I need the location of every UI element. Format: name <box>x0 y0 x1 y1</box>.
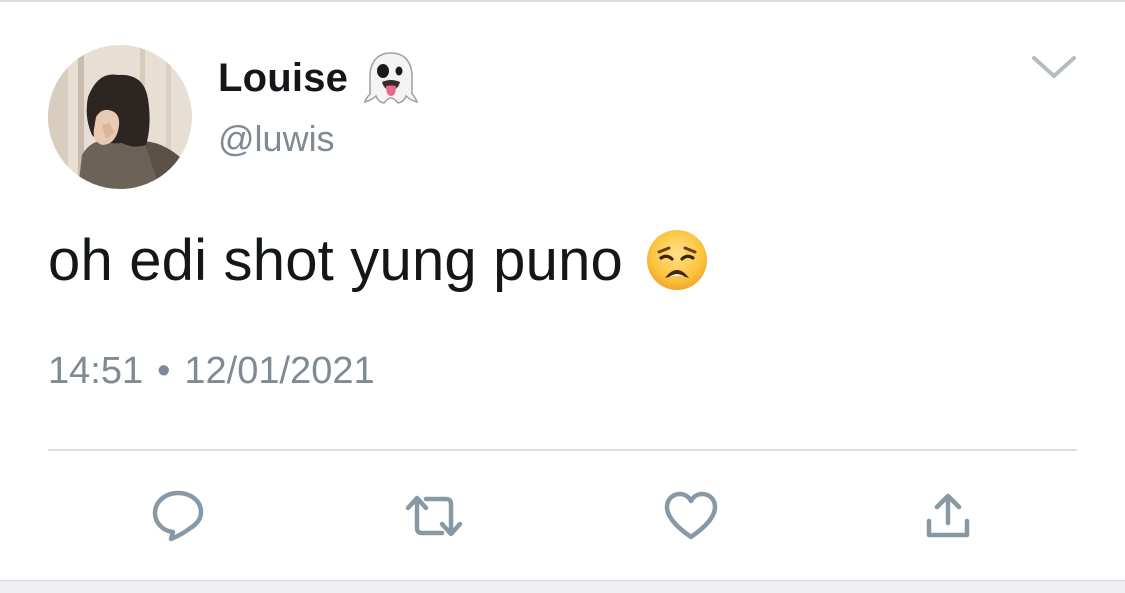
display-name-row: Louise <box>218 52 420 104</box>
tweet-card: Louise @luwis oh edi shot yung puno 14:5… <box>0 0 1125 593</box>
timestamp-separator: • <box>157 350 171 392</box>
tweet-time: 14:51 <box>48 350 144 392</box>
like-icon <box>664 491 718 540</box>
reply-icon <box>152 490 204 542</box>
ghost-icon <box>362 50 420 106</box>
more-options-button[interactable] <box>1024 42 1084 92</box>
tweet-body: oh edi shot yung puno <box>48 222 709 298</box>
weary-face-icon <box>645 228 709 292</box>
handle[interactable]: @luwis <box>218 118 420 160</box>
share-icon <box>926 493 970 538</box>
actions-divider <box>48 449 1077 451</box>
like-button[interactable] <box>661 486 721 546</box>
display-name[interactable]: Louise <box>218 56 348 101</box>
tweet-date: 12/01/2021 <box>184 350 375 392</box>
chevron-down-icon <box>1032 56 1076 78</box>
author-info: Louise @luwis <box>218 52 420 160</box>
tweet-text: oh edi shot yung puno <box>48 227 623 293</box>
avatar[interactable] <box>48 45 192 189</box>
share-button[interactable] <box>918 486 978 546</box>
retweet-icon <box>405 495 463 537</box>
top-divider <box>0 0 1125 2</box>
avatar-image <box>48 45 192 189</box>
tweet-timestamp: 14:51 • 12/01/2021 <box>48 350 375 393</box>
retweet-button[interactable] <box>404 486 464 546</box>
reply-button[interactable] <box>148 486 208 546</box>
bottom-bar <box>0 580 1125 593</box>
